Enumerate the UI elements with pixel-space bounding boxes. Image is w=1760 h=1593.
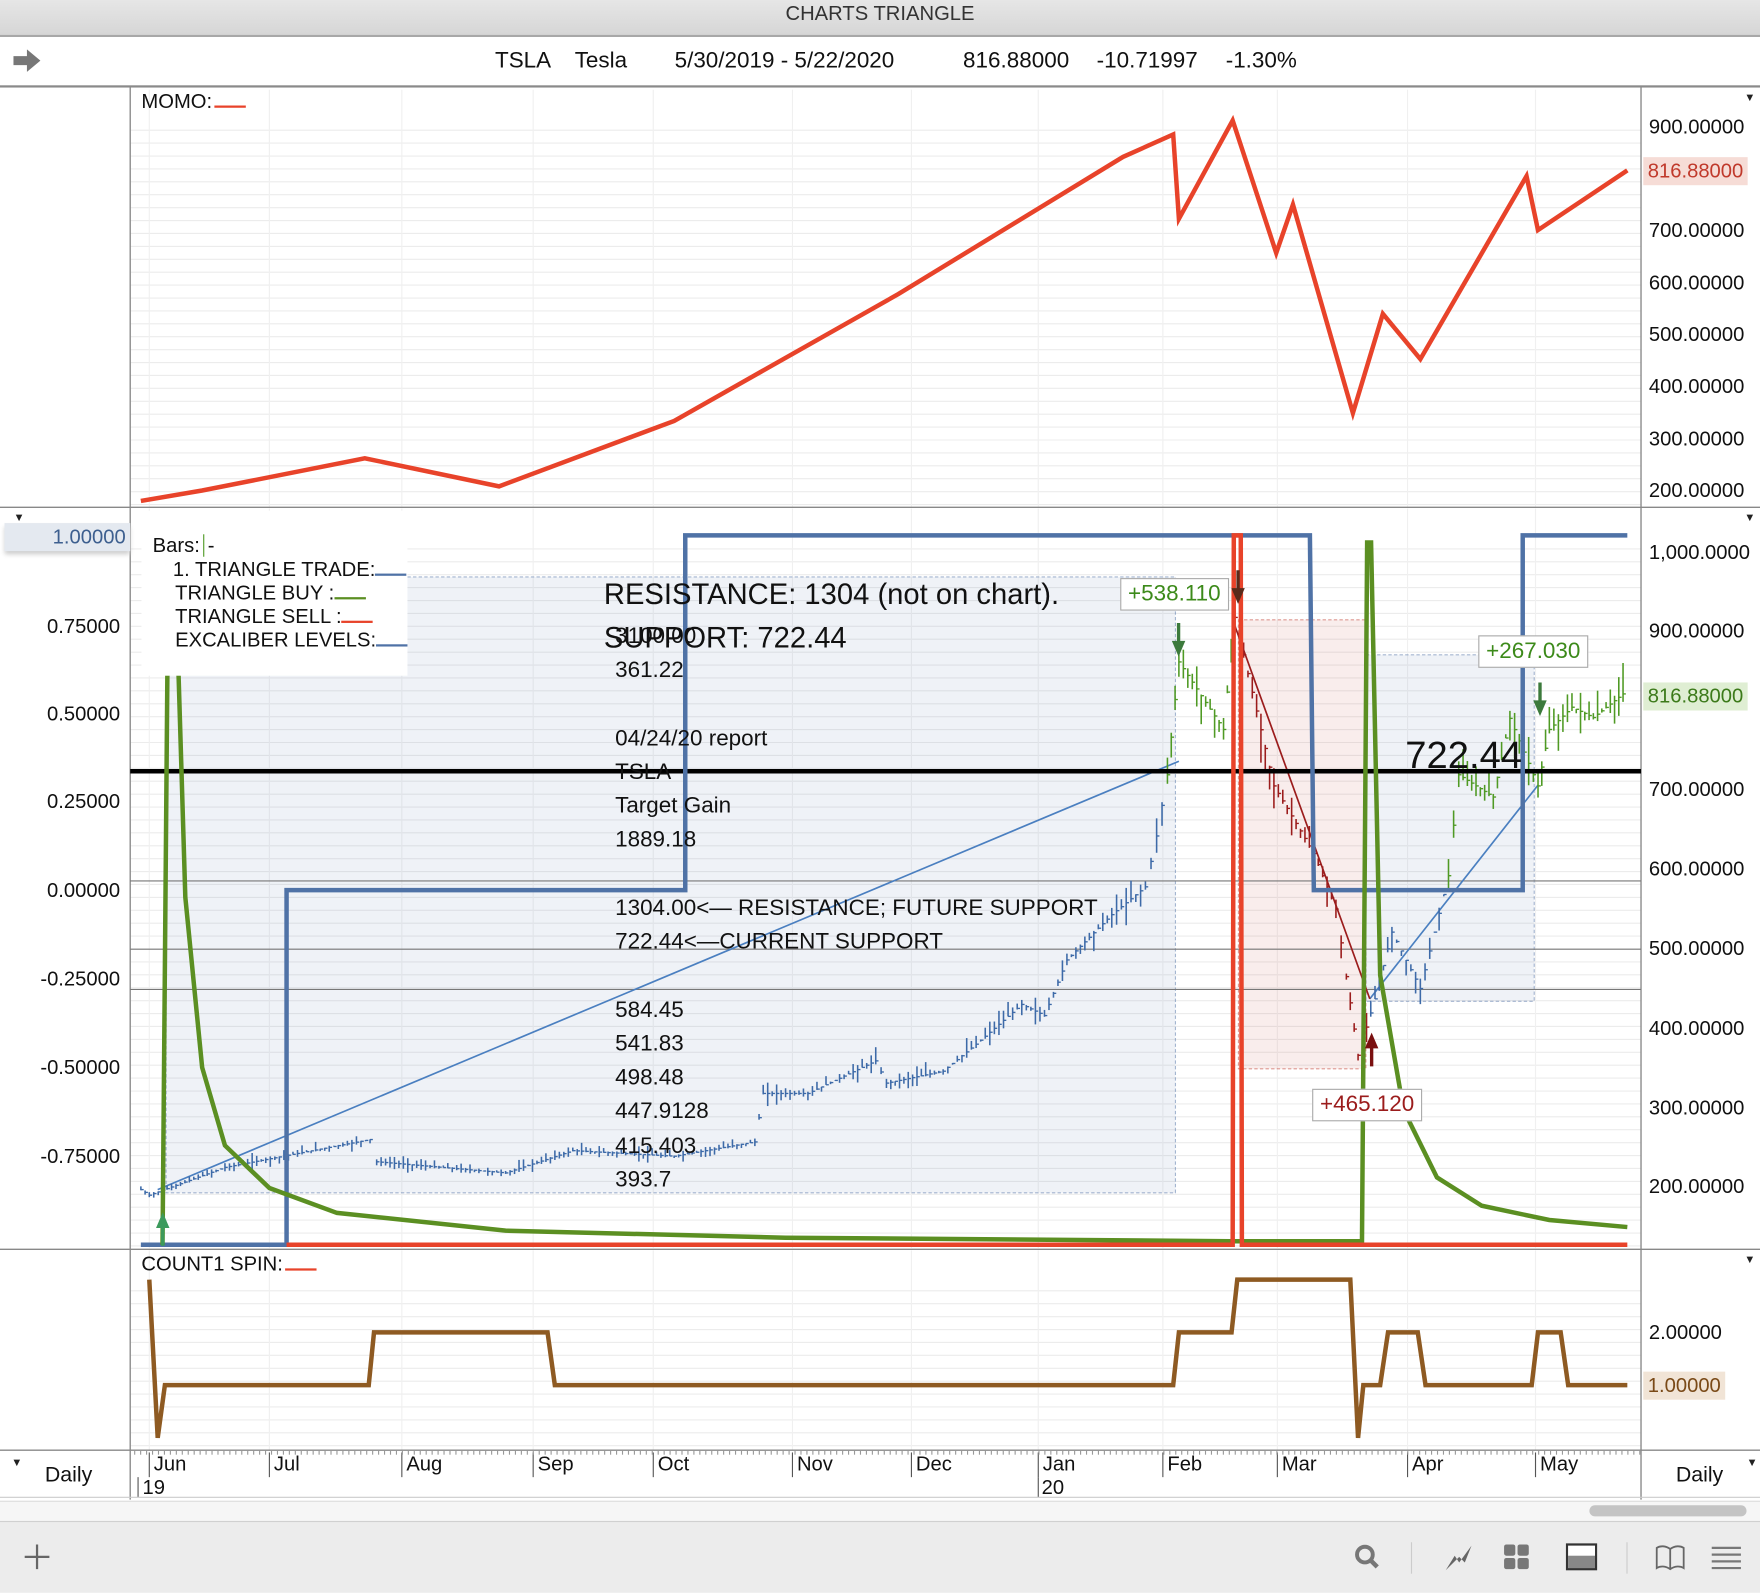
chart-line-icon[interactable] (1443, 1542, 1472, 1571)
period-menu-icon[interactable]: ▼ (1747, 1457, 1758, 1469)
bottom-toolbar (0, 1520, 1760, 1593)
month-label: Sep (537, 1452, 574, 1475)
spin-label: COUNT1 SPIN: (141, 1252, 283, 1276)
month-label: Jun (153, 1452, 187, 1475)
month-label: Mar (1281, 1452, 1317, 1475)
book-icon[interactable] (1654, 1542, 1685, 1571)
momo-label: MOMO: (141, 89, 213, 113)
axis-tick: 0.00000 (47, 878, 121, 902)
axis-tick: -0.25000 (40, 967, 121, 991)
gain-label: +538.110 (1120, 578, 1229, 611)
axis-tick: -0.50000 (40, 1056, 121, 1079)
period-selector-left[interactable]: Daily (45, 1464, 92, 1489)
momo-legend: MOMO: (141, 89, 246, 114)
toolbar-divider (1626, 1542, 1628, 1574)
pane-menu-icon[interactable]: ▼ (1744, 1254, 1755, 1266)
month-label: Apr (1412, 1452, 1444, 1475)
support-level-label: 722.44 (1405, 734, 1523, 777)
axis-tick: 300.00000 (1648, 427, 1745, 451)
axis-tick: 500.00000 (1648, 937, 1745, 960)
axis-tick: 700.00000 (1648, 777, 1745, 801)
loss-label: +465.120 (1312, 1088, 1423, 1122)
axis-tick: 700.00000 (1648, 218, 1745, 242)
momo-current-value: 816.88000 (1643, 157, 1748, 186)
bars-suffix: - (207, 534, 215, 557)
swatch (375, 573, 407, 576)
month-label: Nov (796, 1452, 833, 1475)
note-line: 584.45 (615, 997, 684, 1023)
gain-label: +267.030 (1478, 635, 1589, 668)
month-label: May (1540, 1452, 1579, 1475)
month-label: Dec (915, 1452, 952, 1475)
month-label: Aug (406, 1452, 443, 1475)
axis-tick: 200.00000 (1648, 479, 1745, 502)
note-line: 1304.00<— RESISTANCE; FUTURE SUPPORT (615, 895, 1098, 921)
pane-menu-icon[interactable]: ▼ (1744, 92, 1755, 104)
month-label: Feb (1167, 1452, 1203, 1475)
axis-tick: 500.00000 (1648, 323, 1745, 346)
legend-excaliber-levels: EXCALIBER LEVELS: (175, 628, 377, 652)
legend-triangle-buy: TRIANGLE BUY : (175, 581, 335, 604)
year-label: 20 (1041, 1476, 1065, 1499)
swatch (334, 597, 366, 600)
axis-tick: -0.75000 (40, 1144, 121, 1168)
axis-tick: 1,000.0000 (1648, 541, 1751, 564)
swatch (376, 644, 408, 647)
note-line: 393.7 (615, 1167, 672, 1193)
month-label: Jul (273, 1452, 300, 1475)
legend-triangle-trade: 1. TRIANGLE TRADE: (172, 557, 376, 581)
axis-tick: 0.25000 (47, 790, 121, 813)
search-icon[interactable] (1353, 1542, 1382, 1571)
note-line: 415.403 (615, 1133, 697, 1159)
axis-tick: 900.00000 (1648, 115, 1745, 139)
support-note: SUPPORT: 722.44 (603, 620, 847, 655)
swatch (285, 1268, 317, 1271)
spin-current-value: 1.00000 (1643, 1371, 1726, 1400)
toolbar-divider (1410, 1542, 1413, 1574)
axis-tick: 600.00000 (1648, 857, 1745, 881)
axis-tick: 2.00000 (1648, 1321, 1722, 1344)
pane-menu-icon[interactable]: ▼ (13, 512, 24, 524)
resistance-note: RESISTANCE: 1304 (not on chart). (603, 576, 1060, 611)
price-current-value: 816.88000 (1643, 682, 1748, 711)
menu-lines-icon[interactable] (1711, 1542, 1742, 1571)
bars-label: Bars: (152, 534, 200, 557)
price-legend: Bars: - 1. TRIANGLE TRADE: TRIANGLE BUY :… (141, 510, 408, 676)
note-line: 04/24/20 report (615, 726, 768, 751)
note-line: 361.22 (615, 657, 684, 683)
period-selector-right[interactable]: Daily (1676, 1464, 1723, 1489)
note-line: Target Gain (615, 793, 732, 819)
month-label: Jan (1042, 1452, 1076, 1475)
note-line: 541.83 (615, 1031, 684, 1057)
axis-tick: 0.50000 (47, 702, 121, 726)
axis-tick: 400.00000 (1648, 374, 1745, 398)
legend-triangle-sell: TRIANGLE SELL : (175, 605, 342, 628)
year-label: 19 (142, 1476, 166, 1499)
axis-tick: 300.00000 (1648, 1096, 1745, 1120)
note-line: 1889.18 (615, 827, 697, 852)
note-line: TSLA (615, 759, 672, 785)
scrollbar-thumb[interactable] (1589, 1505, 1747, 1517)
month-label: Oct (657, 1452, 690, 1475)
add-icon[interactable] (22, 1542, 51, 1571)
panel-layout-icon[interactable] (1565, 1542, 1598, 1571)
momo-swatch (214, 105, 246, 108)
chart-canvas[interactable] (0, 0, 1760, 1592)
horizontal-scrollbar[interactable] (0, 1500, 1760, 1521)
pane-menu-icon[interactable]: ▼ (1744, 512, 1755, 524)
axis-tick: 400.00000 (1648, 1016, 1745, 1040)
left-current-value: 1.00000 (4, 523, 131, 552)
axis-tick: 600.00000 (1648, 271, 1745, 295)
grid-icon[interactable] (1502, 1542, 1531, 1571)
note-line: 498.48 (615, 1065, 684, 1090)
spin-legend: COUNT1 SPIN: (141, 1252, 317, 1277)
period-menu-icon[interactable]: ▼ (11, 1457, 22, 1469)
axis-tick: 0.75000 (47, 615, 121, 638)
note-line: 447.9128 (615, 1098, 709, 1124)
note-line: 722.44<—CURRENT SUPPORT (615, 929, 944, 955)
axis-tick: 900.00000 (1648, 619, 1745, 643)
axis-tick: 200.00000 (1648, 1175, 1745, 1198)
swatch (341, 620, 374, 623)
